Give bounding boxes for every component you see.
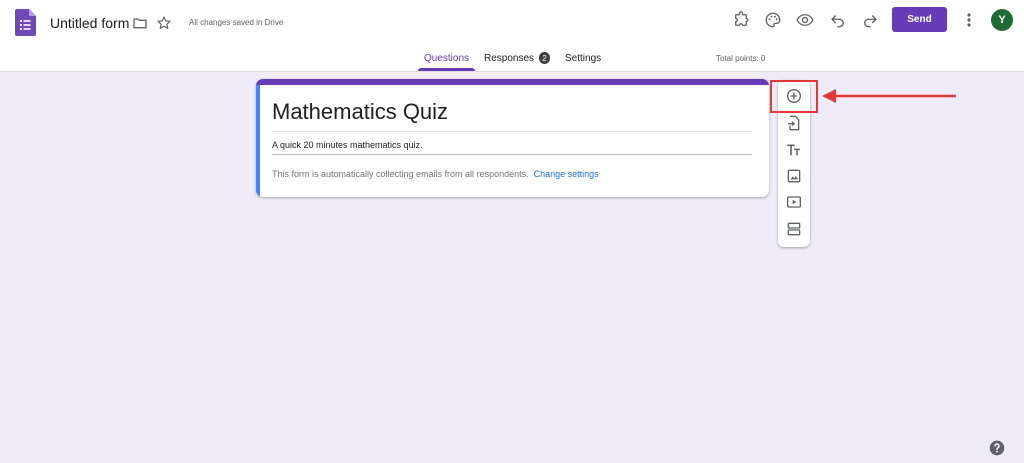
- email-note-text: This form is automatically collecting em…: [272, 169, 529, 179]
- preview-eye-icon[interactable]: [796, 11, 814, 29]
- add-image-button[interactable]: [784, 166, 804, 186]
- forms-logo-icon[interactable]: [15, 9, 36, 36]
- star-icon[interactable]: [156, 15, 172, 31]
- help-icon[interactable]: [989, 440, 1005, 456]
- add-title-description-button[interactable]: [784, 140, 804, 160]
- divider: [272, 131, 752, 132]
- form-title-input[interactable]: Mathematics Quiz: [272, 99, 448, 125]
- form-header-card[interactable]: Mathematics Quiz A quick 20 minutes math…: [256, 79, 769, 197]
- divider: [272, 154, 752, 155]
- form-description-input[interactable]: A quick 20 minutes mathematics quiz.: [272, 140, 423, 150]
- document-title[interactable]: Untitled form: [50, 15, 129, 31]
- redo-icon[interactable]: [861, 11, 879, 29]
- tab-questions[interactable]: Questions: [424, 53, 469, 64]
- import-questions-button[interactable]: [784, 113, 804, 133]
- card-accent-bar: [256, 79, 769, 85]
- email-collection-note: This form is automatically collecting em…: [272, 169, 599, 179]
- change-settings-link[interactable]: Change settings: [534, 169, 599, 179]
- palette-icon[interactable]: [764, 11, 782, 29]
- send-button[interactable]: Send: [892, 7, 947, 32]
- more-vert-icon[interactable]: [961, 11, 977, 29]
- active-tab-indicator: [418, 68, 475, 71]
- addon-puzzle-icon[interactable]: [732, 11, 750, 29]
- import-questions-icon: [788, 115, 800, 131]
- add-title-description-icon: [787, 144, 800, 156]
- add-image-icon: [787, 169, 801, 183]
- top-bar: Untitled form All changes saved in Drive…: [0, 0, 1024, 72]
- responses-count-badge: 2: [539, 52, 550, 64]
- annotation-arrow-icon: [822, 89, 956, 103]
- add-section-button[interactable]: [784, 219, 804, 239]
- add-section-icon: [787, 222, 801, 236]
- undo-icon[interactable]: [829, 11, 847, 29]
- tab-responses[interactable]: Responses: [484, 53, 534, 64]
- folder-icon[interactable]: [132, 15, 148, 31]
- account-avatar[interactable]: Y: [991, 9, 1013, 31]
- add-video-icon: [787, 196, 801, 208]
- total-points: Total points: 0: [716, 54, 766, 63]
- card-focus-bar: [256, 85, 260, 197]
- add-video-button[interactable]: [784, 192, 804, 212]
- save-status-text: All changes saved in Drive: [189, 18, 284, 27]
- annotation-highlight-box: [770, 80, 818, 113]
- tab-settings[interactable]: Settings: [565, 53, 601, 64]
